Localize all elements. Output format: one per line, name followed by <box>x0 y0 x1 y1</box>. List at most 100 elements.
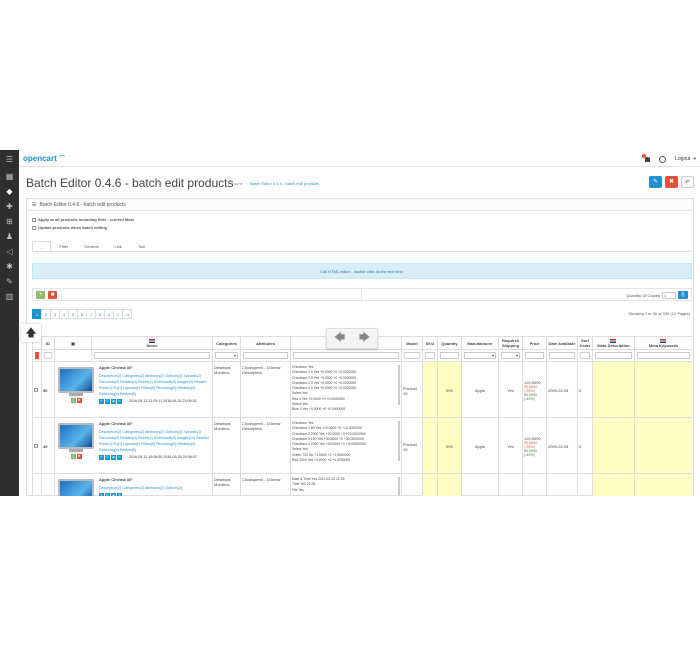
col-price[interactable]: Price <box>522 336 547 350</box>
update-products-row[interactable]: Update products when batch editing <box>32 225 107 230</box>
copy-icon[interactable]: ⎘ <box>105 493 110 496</box>
product-link[interactable]: Options(3) <box>166 374 183 378</box>
filter-quantity[interactable] <box>440 352 459 359</box>
product-link[interactable]: Reviews(0) <box>177 386 195 390</box>
product-link[interactable]: Related(4) <box>120 436 137 440</box>
product-link[interactable]: Downloads(0) <box>154 380 176 384</box>
product-link[interactable]: Options(3) <box>166 486 183 490</box>
cell-meta-keywords[interactable] <box>634 417 692 474</box>
col-quantity[interactable]: Quantity <box>437 336 462 350</box>
product-link[interactable]: Discounts(0) <box>99 380 119 384</box>
remove-button[interactable]: ■ <box>48 291 57 299</box>
view-icon[interactable]: ◉ <box>111 493 116 496</box>
opencart-logo[interactable]: opencart ⌒ <box>23 154 66 164</box>
filter-sku[interactable] <box>425 352 435 359</box>
filter-manufacturer[interactable]: ▾ <box>464 352 496 359</box>
copy-go-button[interactable]: ⎘ <box>678 291 688 299</box>
col-sort-order[interactable]: Sort Order <box>577 336 593 350</box>
add-button[interactable]: + <box>36 291 45 299</box>
cell-meta-description[interactable] <box>592 473 635 496</box>
col-meta-description[interactable]: Meta Description <box>592 336 635 350</box>
product-link[interactable]: Images(0) <box>177 380 193 384</box>
row-checkbox[interactable] <box>34 388 38 392</box>
col-id[interactable]: ID <box>41 336 55 350</box>
tab-main[interactable]: - <box>32 241 52 251</box>
breadcrumb-current[interactable]: Batch Editor 0.4.6 - batch edit products <box>250 181 319 186</box>
reports-chart-icon[interactable]: ▥ <box>4 292 15 302</box>
link-icon[interactable]: ✎ <box>117 455 122 460</box>
edit-button[interactable]: ✎ <box>649 176 662 188</box>
product-image[interactable] <box>58 423 94 449</box>
customers-icon[interactable]: ♟ <box>4 232 15 242</box>
copy-icon[interactable]: ⎘ <box>105 455 110 460</box>
product-name[interactable]: Apple Cinema 30" <box>99 421 211 426</box>
filter-date[interactable] <box>549 352 575 359</box>
edit-icon[interactable]: ✎ <box>99 399 104 404</box>
product-link[interactable]: Attributes(2) <box>145 486 165 490</box>
menu-toggle-icon[interactable]: ☰ <box>4 155 15 165</box>
product-link[interactable]: Options(3) <box>166 430 183 434</box>
cell-meta-description[interactable] <box>592 361 635 418</box>
col-meta-keywords[interactable]: Meta Keywords <box>634 336 692 350</box>
delete-image-icon[interactable]: ✖ <box>76 454 82 459</box>
share-icon[interactable]: ◁ <box>4 247 15 257</box>
scroll-top-arrow-icon[interactable]: 🡅 <box>21 324 41 342</box>
filter-meta-keywords[interactable] <box>637 352 690 359</box>
filter-options[interactable] <box>293 352 399 359</box>
upload-icon[interactable]: ⇩ <box>70 398 76 403</box>
col-sku[interactable]: SKU <box>422 336 438 350</box>
delete-image-icon[interactable]: ✖ <box>76 398 82 403</box>
filter-model[interactable] <box>404 352 420 359</box>
logout-link[interactable]: Logout ⇥ <box>675 156 696 162</box>
delete-button[interactable]: ✖ <box>665 176 678 188</box>
row-checkbox[interactable] <box>34 444 38 448</box>
product-name[interactable]: Apple Cinema 30" <box>99 365 211 370</box>
cell-meta-description[interactable] <box>592 417 635 474</box>
sales-cart-icon[interactable]: ⊞ <box>4 217 15 227</box>
product-link[interactable]: Returning(0) <box>99 392 119 396</box>
product-link[interactable]: Images(14) <box>177 436 195 440</box>
extensions-icon[interactable]: ✚ <box>4 202 15 212</box>
filter-id[interactable] <box>44 352 52 359</box>
filter-shipping[interactable]: ▾ <box>501 352 520 359</box>
product-link[interactable]: Discounts(0) <box>99 436 119 440</box>
product-link[interactable]: Filters(0) <box>141 442 155 446</box>
apply-all-checkbox[interactable] <box>32 217 36 222</box>
product-link[interactable]: Layouts(0) <box>123 442 140 446</box>
product-name[interactable]: Apple Cinema 30" <box>99 477 211 482</box>
col-name[interactable]: Name <box>91 336 213 350</box>
cell-quantity[interactable]: 990 <box>437 361 462 418</box>
link-icon[interactable]: ✎ <box>117 493 122 496</box>
tab-link[interactable]: Link <box>106 241 129 251</box>
breadcrumb-home[interactable]: Home <box>232 181 243 186</box>
copy-icon[interactable]: ⎘ <box>105 399 110 404</box>
col-attributes[interactable]: Attributes <box>240 336 291 350</box>
product-link[interactable]: Review(0) <box>120 448 136 452</box>
notification-bell-icon[interactable] <box>642 154 651 163</box>
cell-sku[interactable] <box>422 417 438 474</box>
tab-general[interactable]: General <box>76 241 106 251</box>
product-link[interactable]: Downloads(0) <box>154 436 176 440</box>
edit-icon[interactable]: ✎ <box>99 455 104 460</box>
product-link[interactable]: Categories(2) <box>122 430 144 434</box>
filter-sort[interactable] <box>580 352 590 359</box>
apply-all-row[interactable]: Apply to all products including filter -… <box>32 217 134 222</box>
filter-name[interactable] <box>94 352 210 359</box>
edit-icon[interactable]: ✎ <box>99 493 104 496</box>
product-link[interactable]: Recurring(0) <box>156 442 176 446</box>
dashboard-icon[interactable]: ▦ <box>4 172 15 182</box>
catalog-icon[interactable]: ◆ <box>4 187 15 197</box>
product-link[interactable]: Recurring(0) <box>156 386 176 390</box>
filter-price[interactable] <box>525 352 544 359</box>
product-link[interactable]: Description(2) <box>99 486 121 490</box>
link-icon[interactable]: ✎ <box>117 399 122 404</box>
scroll-left-arrow-icon[interactable]: 🡄 <box>334 329 345 348</box>
back-button[interactable]: ↶ <box>681 176 694 188</box>
product-link[interactable]: Related(4) <box>120 380 137 384</box>
filter-attributes[interactable] <box>243 352 288 359</box>
product-link[interactable]: Description(2) <box>99 374 121 378</box>
view-icon[interactable]: ◉ <box>111 455 116 460</box>
tab-filter[interactable]: Filter <box>51 241 76 251</box>
product-link[interactable]: Attributes(2) <box>145 430 165 434</box>
col-categories[interactable]: Categories <box>212 336 241 350</box>
